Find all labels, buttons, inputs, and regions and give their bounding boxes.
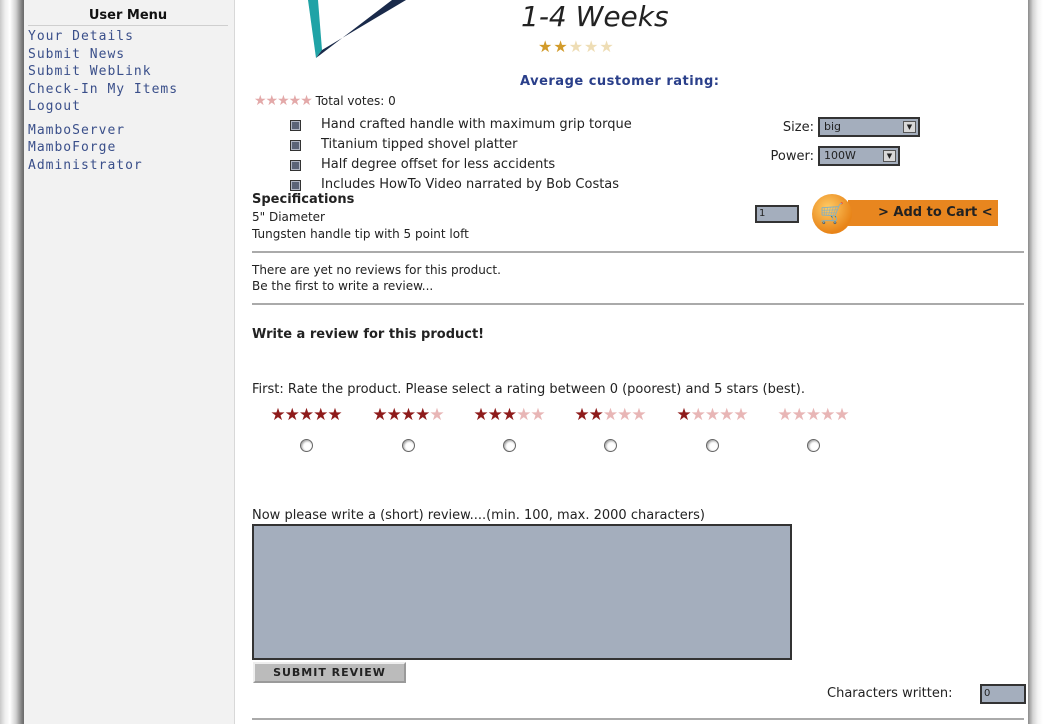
availability-rating-stars: ★★★★★: [538, 37, 615, 56]
rating-option-1: ★★★★★: [667, 405, 757, 452]
chevron-down-icon[interactable]: ▼: [883, 150, 896, 162]
bullet-icon: [290, 119, 301, 131]
submit-review-button[interactable]: SUBMIT REVIEW: [253, 662, 406, 683]
menu-item-logout[interactable]: Logout: [28, 98, 234, 116]
rating-option-3: ★★★★★: [464, 405, 554, 452]
rating-stars-2: ★★★★★: [574, 405, 646, 425]
feature-text: Titanium tipped shovel platter: [321, 137, 518, 152]
bullet-icon: [290, 179, 301, 191]
power-select-value: 100W: [824, 149, 856, 162]
link-mamboforge[interactable]: MamboForge: [28, 139, 234, 157]
availability-text: 1-4 Weeks: [521, 0, 669, 33]
size-label: Size:: [782, 120, 814, 135]
rating-radio-2[interactable]: [603, 439, 617, 452]
menu-item-your-details[interactable]: Your Details: [28, 28, 234, 46]
specifications-list: 5" Diameter Tungsten handle tip with 5 p…: [252, 209, 469, 243]
link-mamboserver[interactable]: MamboServer: [28, 122, 234, 140]
rating-radio-3[interactable]: [502, 439, 516, 452]
rating-option-5: ★★★★★: [261, 405, 351, 452]
no-reviews-message: There are yet no reviews for this produc…: [252, 262, 501, 294]
size-select[interactable]: big ▼: [818, 117, 920, 137]
review-textarea[interactable]: [252, 524, 792, 660]
size-select-value: big: [824, 120, 842, 133]
user-menu-title: User Menu: [28, 8, 228, 26]
rating-instruction: First: Rate the product. Please select a…: [252, 382, 805, 397]
rating-radio-5[interactable]: [299, 439, 313, 452]
window-border-right: [1028, 0, 1043, 724]
rating-stars-4: ★★★★★: [372, 405, 444, 425]
rating-option-4: ★★★★★: [363, 405, 453, 452]
bullet-icon: [290, 159, 301, 171]
spec-line: 5" Diameter: [252, 210, 325, 224]
sidebar: User Menu Your Details Submit News Submi…: [24, 0, 235, 724]
feature-text: Half degree offset for less accidents: [321, 157, 556, 172]
divider: [252, 718, 1024, 720]
chevron-down-icon[interactable]: ▼: [903, 121, 916, 133]
rating-option-2: ★★★★★: [565, 405, 655, 452]
divider: [252, 303, 1024, 305]
rating-stars-3: ★★★★★: [473, 405, 545, 425]
first-review-line: Be the first to write a review...: [252, 279, 434, 293]
specifications-title: Specifications: [252, 192, 355, 207]
write-review-title: Write a review for this product!: [252, 327, 485, 342]
rating-option-0: ★★★★★: [768, 405, 858, 452]
window-border-left: [0, 0, 24, 724]
main-content: 1-4 Weeks ★★★★★ Average customer rating:…: [236, 0, 1028, 724]
feature-text: Includes HowTo Video narrated by Bob Cos…: [321, 177, 620, 192]
link-administrator[interactable]: Administrator: [28, 157, 234, 175]
characters-written-label: Characters written:: [827, 686, 953, 701]
bullet-icon: [290, 139, 301, 151]
rating-radio-0[interactable]: [806, 439, 820, 452]
feature-text: Hand crafted handle with maximum grip to…: [321, 117, 632, 132]
rating-stars-1: ★★★★★: [676, 405, 748, 425]
quantity-input[interactable]: 1: [755, 205, 799, 223]
rating-radio-1[interactable]: [705, 439, 719, 452]
browser-frame: User Menu Your Details Submit News Submi…: [0, 0, 1043, 724]
menu-item-submit-weblink[interactable]: Submit WebLink: [28, 63, 234, 81]
shopping-cart-icon[interactable]: 🛒: [812, 194, 852, 234]
review-instruction: Now please write a (short) review....(mi…: [252, 508, 705, 523]
rating-stars-5: ★★★★★: [270, 405, 342, 425]
total-votes-row: ★★★★★ Total votes: 0: [254, 93, 396, 109]
no-reviews-line: There are yet no reviews for this produc…: [252, 263, 501, 277]
menu-item-check-in[interactable]: Check-In My Items: [28, 81, 234, 99]
spec-line: Tungsten handle tip with 5 point loft: [252, 227, 469, 241]
rating-radio-4[interactable]: [401, 439, 415, 452]
product-logo: [308, 0, 406, 58]
feature-item: Titanium tipped shovel platter: [290, 135, 632, 155]
feature-item: Half degree offset for less accidents: [290, 155, 632, 175]
power-label: Power:: [770, 149, 814, 164]
power-select[interactable]: 100W ▼: [818, 146, 900, 166]
divider: [252, 251, 1024, 253]
total-votes-text: Total votes: 0: [315, 94, 396, 108]
rating-stars-0: ★★★★★: [777, 405, 849, 425]
user-menu-list: Your Details Submit News Submit WebLink …: [28, 28, 234, 174]
feature-list: Hand crafted handle with maximum grip to…: [290, 115, 632, 195]
add-to-cart-button[interactable]: > Add to Cart <: [848, 200, 998, 226]
characters-written-field: 0: [980, 684, 1026, 704]
empty-rating-stars: ★★★★★: [254, 93, 313, 109]
menu-item-submit-news[interactable]: Submit News: [28, 46, 234, 64]
average-rating-label: Average customer rating:: [520, 74, 720, 89]
feature-item: Hand crafted handle with maximum grip to…: [290, 115, 632, 135]
